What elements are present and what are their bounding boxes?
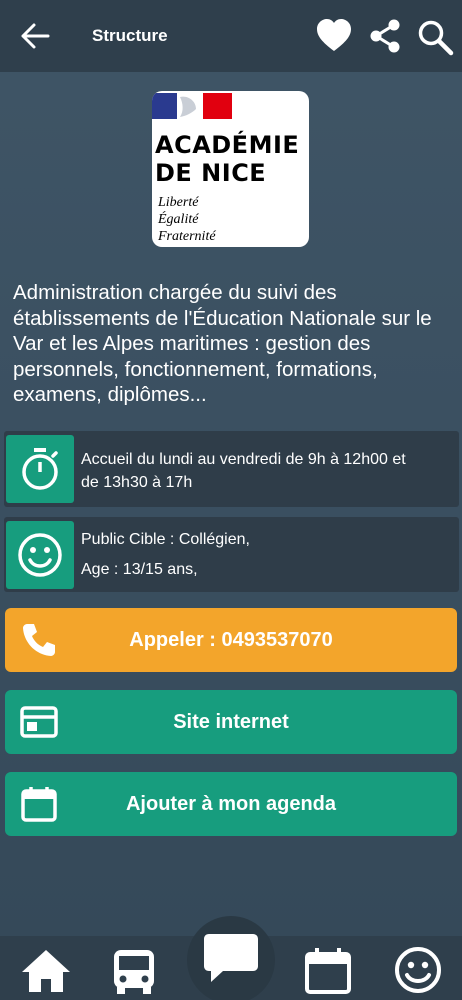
academie-logo: ACADÉMIE DE NICE Liberté Égalité Fratern… [152,91,309,247]
smiley-nav-icon[interactable] [392,946,444,994]
chat-icon [204,934,258,982]
audience-line-2: Age : 13/15 ans, [81,561,198,578]
share-icon[interactable] [368,18,402,54]
add-to-agenda-button[interactable]: Ajouter à mon agenda [5,772,457,836]
opening-hours-card: Accueil du lundi au vendredi de 9h à 12h… [4,431,459,507]
call-button[interactable]: Appeler : 0493537070 [5,608,457,672]
search-icon[interactable] [416,18,454,56]
browser-window-icon [20,706,58,738]
structure-description: Administration chargée du suivi des étab… [13,281,432,406]
hours-icon-box [6,435,74,503]
audience-icon-box [6,521,74,589]
audience-line-1: Public Cible : Collégien, [81,531,250,548]
bus-icon[interactable] [108,946,160,994]
smiley-icon [18,533,62,577]
phone-icon [23,624,55,656]
logo-line-2: DE NICE [155,159,267,187]
marianne-flag-icon [152,93,232,119]
logo-motto-3: Fraternité [158,229,216,244]
agenda-button-label: Ajouter à mon agenda [125,792,337,815]
top-app-bar: Structure [0,0,462,72]
hours-line-2: de 13h30 à 17h [81,474,193,491]
hours-line-1: Accueil du lundi au vendredi de 9h à 12h… [81,451,406,468]
website-button[interactable]: Site internet [5,690,457,754]
call-button-label: Appeler : 0493537070 [129,628,333,651]
heart-icon[interactable] [316,18,352,54]
chat-fab[interactable] [187,916,275,1000]
audience-card: Public Cible : Collégien, Age : 13/15 an… [4,517,459,592]
stopwatch-icon [22,448,58,490]
logo-line-1: ACADÉMIE [155,131,300,159]
logo-motto-2: Égalité [158,212,199,227]
calendar-nav-icon[interactable] [302,946,354,994]
calendar-icon [21,787,57,822]
back-arrow-icon[interactable] [20,22,50,50]
logo-motto-1: Liberté [158,195,199,210]
home-icon[interactable] [20,946,72,994]
website-button-label: Site internet [173,710,289,733]
page-title: Structure [92,26,168,45]
